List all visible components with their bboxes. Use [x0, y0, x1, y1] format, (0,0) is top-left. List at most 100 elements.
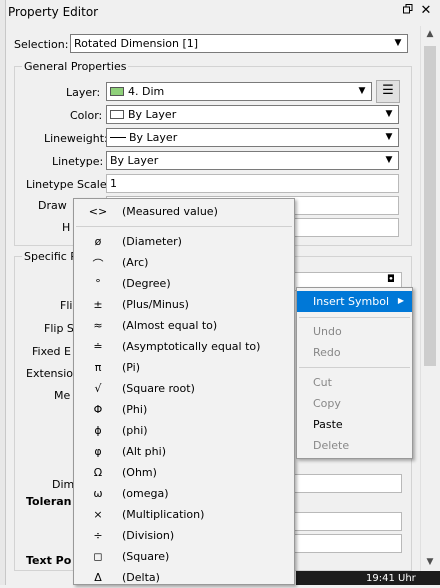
extension-label: Extension [26, 367, 81, 380]
dim-label: Dim [52, 478, 75, 491]
specific-properties-title: Specific P [22, 250, 79, 263]
symbol-menu-item[interactable]: ◻ (Square) [74, 546, 294, 567]
symbol-menu-item[interactable]: ≐ (Asymptotically equal to) [74, 336, 294, 357]
symbol-menu-item[interactable]: ⌒ (Arc) [74, 252, 294, 273]
insert-symbol-submenu: <> (Measured value) ø (Diameter) ⌒ (Arc) ° (Deg… [73, 198, 295, 585]
symbol-label: (Plus/Minus) [122, 298, 189, 311]
menu-item-undo[interactable]: Undo [297, 321, 412, 342]
symbol-label: (Phi) [122, 403, 148, 416]
symbol-glyph: π [94, 361, 102, 374]
symbol-menu-item[interactable]: ° (Degree) [74, 273, 294, 294]
specific-field-3[interactable] [294, 512, 402, 531]
symbol-label: (Division) [122, 529, 175, 542]
selection-label: Selection: [14, 38, 69, 51]
selection-combo[interactable]: Rotated Dimension [1] ▼ [70, 34, 408, 53]
linetype-scale-label: Linetype Scale: [26, 178, 111, 191]
symbol-label: (Square) [122, 550, 170, 563]
symbol-glyph: ≐ [93, 340, 103, 353]
close-icon[interactable]: ✕ [418, 3, 434, 19]
menu-separator [299, 367, 410, 368]
panel-scrollbar[interactable]: ▲ ▼ [420, 26, 438, 571]
chevron-down-icon: ▼ [358, 86, 366, 96]
symbol-menu-item[interactable]: ÷ (Division) [74, 525, 294, 546]
symbol-menu-item[interactable]: ± (Plus/Minus) [74, 294, 294, 315]
symbol-glyph: ϕ [94, 424, 102, 437]
menu-separator [76, 226, 292, 227]
menu-item-delete[interactable]: Delete [297, 435, 412, 456]
scroll-thumb[interactable] [424, 46, 436, 366]
specific-field-4[interactable] [294, 534, 402, 553]
layer-combo[interactable]: 4. Dim ▼ [106, 82, 372, 101]
list-icon: ☰ [382, 83, 394, 98]
chevron-down-icon: ▼ [385, 109, 393, 119]
context-menu: Insert Symbol ▶ Undo Redo Cut Copy Paste… [296, 287, 413, 459]
symbol-label: (Degree) [122, 277, 171, 290]
flip-label: Fli [60, 299, 73, 312]
chevron-down-icon: ▼ [385, 155, 393, 165]
symbol-menu-item[interactable]: × (Multiplication) [74, 504, 294, 525]
linetype-scale-field[interactable]: 1 [106, 174, 399, 193]
symbol-label: (Asymptotically equal to) [122, 340, 261, 353]
symbol-glyph: <> [88, 205, 108, 218]
symbol-menu-item[interactable]: ≈ (Almost equal to) [74, 315, 294, 336]
layer-manager-button[interactable]: ☰ [376, 80, 400, 103]
menu-item-insert-symbol[interactable]: Insert Symbol ▶ [297, 291, 412, 312]
symbol-glyph: ø [94, 235, 102, 248]
linetype-value: By Layer [110, 154, 159, 167]
h-label: H [62, 221, 71, 234]
symbol-label: (Diameter) [122, 235, 182, 248]
menu-item-paste[interactable]: Paste [297, 414, 412, 435]
chevron-right-icon: ▶ [397, 296, 404, 305]
symbol-menu-item[interactable]: Ω (Ohm) [74, 462, 294, 483]
symbol-label: (Ohm) [122, 466, 157, 479]
toleran-label: Toleran [26, 495, 72, 508]
symbol-menu-item[interactable]: ø (Diameter) [74, 231, 294, 252]
symbol-label: (phi) [122, 424, 148, 437]
general-properties-title: General Properties [22, 60, 129, 73]
symbol-glyph: ⌒ [92, 258, 104, 271]
symbol-menu-item[interactable]: ω (omega) [74, 483, 294, 504]
color-combo[interactable]: By Layer ▼ [106, 105, 399, 124]
lineweight-value: By Layer [129, 131, 178, 144]
selection-value: Rotated Dimension [1] [74, 37, 199, 50]
menu-item-cut[interactable]: Cut [297, 372, 412, 393]
layer-label: Layer: [66, 86, 101, 99]
symbol-glyph: ◻ [93, 550, 103, 563]
symbol-label: (Pi) [122, 361, 141, 374]
symbol-glyph: ÷ [93, 529, 103, 542]
text-po-label: Text Po [26, 554, 72, 567]
lineweight-label: Lineweight: [44, 132, 108, 145]
left-edge [0, 0, 6, 585]
me-label: Me [54, 389, 71, 402]
specific-field-2[interactable] [294, 474, 402, 493]
symbol-glyph: Φ [93, 403, 103, 416]
title-bar: Property Editor ✕ [6, 0, 440, 24]
line-icon [110, 137, 126, 138]
symbol-menu-item[interactable]: π (Pi) [74, 357, 294, 378]
chevron-down-icon: ▼ [385, 132, 393, 142]
menu-separator [299, 317, 410, 318]
symbol-menu-item[interactable]: <> (Measured value) [74, 201, 294, 222]
symbol-label: (Square root) [122, 382, 195, 395]
scroll-down-icon[interactable]: ▼ [421, 554, 439, 571]
scroll-up-icon[interactable]: ▲ [421, 26, 439, 43]
menu-item-copy[interactable]: Copy [297, 393, 412, 414]
symbol-glyph: Ω [93, 466, 103, 479]
symbol-glyph: √ [94, 382, 102, 395]
color-swatch [110, 110, 124, 119]
symbol-label: (omega) [122, 487, 169, 500]
symbol-menu-item[interactable]: Φ (Phi) [74, 399, 294, 420]
symbol-glyph: φ [94, 445, 102, 458]
window-title: Property Editor [8, 5, 99, 19]
symbol-menu-item[interactable]: ϕ (phi) [74, 420, 294, 441]
symbol-menu-item[interactable]: φ (Alt phi) [74, 441, 294, 462]
symbol-menu-item[interactable]: √ (Square root) [74, 378, 294, 399]
taskbar-clock: 19:41 Uhr [366, 573, 416, 584]
menu-item-redo[interactable]: Redo [297, 342, 412, 363]
restore-icon[interactable] [400, 3, 416, 19]
color-label: Color: [70, 109, 103, 122]
chevron-down-icon: ▼ [394, 38, 402, 48]
linetype-combo[interactable]: By Layer ▼ [106, 151, 399, 170]
lineweight-combo[interactable]: By Layer ▼ [106, 128, 399, 147]
taskbar: 19:41 Uhr [296, 571, 440, 585]
